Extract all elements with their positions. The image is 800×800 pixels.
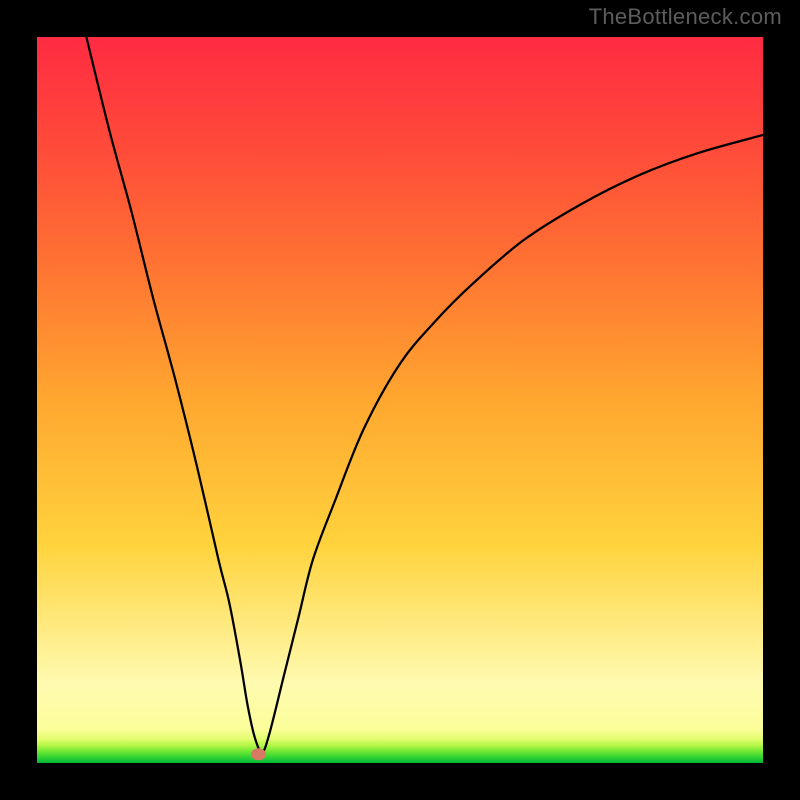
minimum-marker bbox=[251, 748, 266, 760]
watermark-text: TheBottleneck.com bbox=[589, 4, 782, 30]
plot-area bbox=[37, 37, 763, 763]
gradient-background bbox=[37, 37, 763, 763]
chart-container: TheBottleneck.com bbox=[0, 0, 800, 800]
chart-svg bbox=[37, 37, 763, 763]
